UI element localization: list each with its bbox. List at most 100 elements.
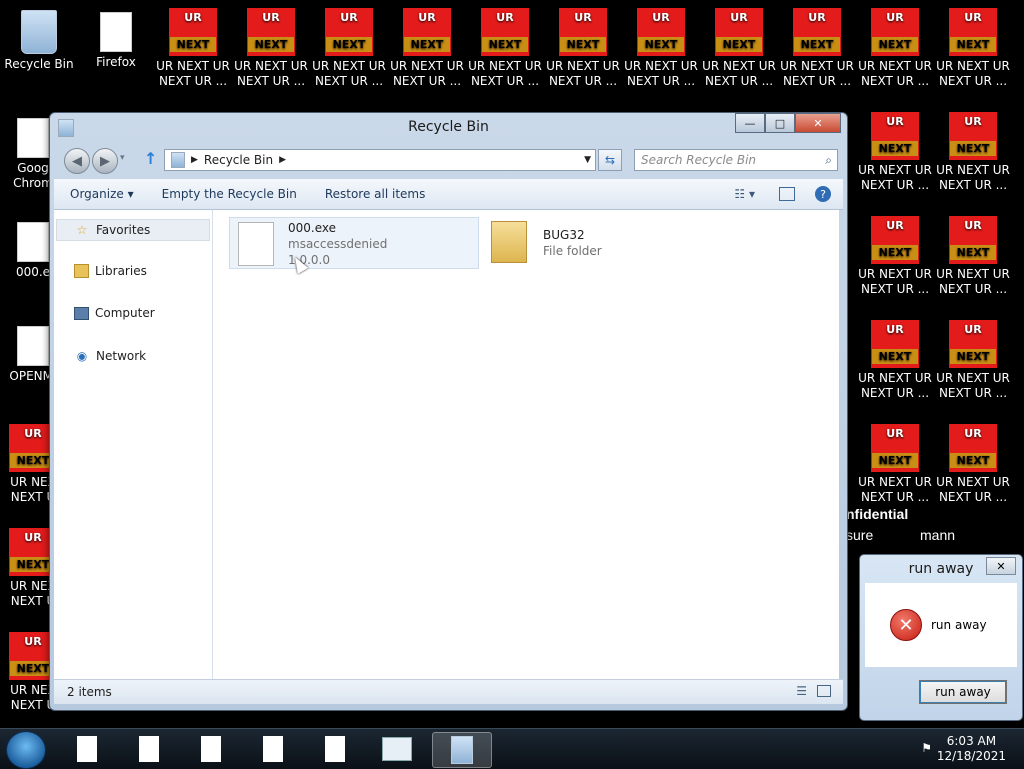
folder-type: File folder [543, 244, 602, 258]
nav-item-label: Favorites [96, 223, 151, 237]
desktop-icon-label: UR NEXT UR NEXT UR ... [858, 267, 932, 296]
details-view-icon[interactable]: ☰ [796, 684, 807, 698]
blank-file-icon [325, 736, 345, 762]
desktop-icon-label: UR NEXT UR NEXT UR ... [858, 59, 932, 88]
address-bar[interactable]: ▶ Recycle Bin ▶ ▼ [164, 149, 596, 171]
desktop-icon-recycle-bin[interactable]: Recycle Bin [2, 8, 76, 72]
desktop-icon-urnext[interactable]: UR NEXT UR NEXT UR NEXT UR ... [936, 216, 1010, 297]
desktop-icon-urnext[interactable]: UR NEXT UR NEXT UR NEXT UR ... [780, 8, 854, 89]
search-input[interactable]: Search Recycle Bin ⌕ [634, 149, 838, 171]
folder-name: BUG32 [543, 228, 585, 242]
taskbar: ⚑ 6:03 AM 12/18/2021 [0, 728, 1024, 769]
desktop-icon-label: UR NEXT UR NEXT UR ... [624, 59, 698, 88]
desktop-icon-label: UR NEXT UR NEXT UR ... [312, 59, 386, 88]
file-item-bug32[interactable]: BUG32 File folder [487, 217, 707, 267]
desktop-icon-urnext[interactable]: UR NEXT UR NEXT UR NEXT UR ... [858, 216, 932, 297]
urnext-icon: UR NEXT [949, 320, 997, 368]
help-icon[interactable]: ? [815, 186, 831, 202]
run-away-dialog[interactable]: run away ✕ ✕ run away run away [859, 554, 1023, 721]
close-button[interactable]: ✕ [795, 113, 841, 133]
minimize-button[interactable]: — [735, 113, 765, 133]
taskbar-app[interactable] [244, 732, 302, 766]
network-icon: ◉ [76, 349, 88, 363]
action-center-flag-icon[interactable]: ⚑ [921, 741, 932, 755]
taskbar-recycle-bin[interactable] [432, 732, 492, 768]
desktop-icon-urnext[interactable]: UR NEXT UR NEXT UR NEXT UR ... [468, 8, 542, 89]
desktop-icon-firefox[interactable]: Firefox [79, 8, 153, 70]
item-count: 2 items [67, 685, 112, 699]
change-view-icon[interactable]: ☷ ▾ [734, 187, 755, 201]
taskbar-app[interactable] [58, 732, 116, 766]
taskbar-app[interactable] [120, 732, 178, 766]
restore-all-items-button[interactable]: Restore all items [325, 187, 426, 201]
mann-text: mann [920, 527, 956, 543]
desktop-icon-label: UR NEXT UR NEXT UR ... [156, 59, 230, 88]
file-name: 000.exe [288, 221, 337, 235]
recent-pages-chevron-icon[interactable]: ▾ [120, 153, 125, 163]
desktop-icon-urnext[interactable]: UR NEXT UR NEXT UR NEXT UR ... [312, 8, 386, 89]
taskbar-app[interactable] [368, 732, 426, 766]
desktop-icon-urnext[interactable]: UR NEXT UR NEXT UR NEXT UR ... [390, 8, 464, 89]
blank-file-icon [100, 12, 132, 52]
file-list[interactable]: 000.exe msaccessdenied 1.0.0.0 BUG32 Fil… [213, 210, 839, 682]
urnext-icon: UR NEXT [559, 8, 607, 56]
taskbar-app[interactable] [306, 732, 364, 766]
nav-item-favorites[interactable]: ☆ Favorites [74, 222, 151, 238]
desktop-icon-urnext[interactable]: UR NEXT UR NEXT UR NEXT UR ... [936, 112, 1010, 193]
nav-item-label: Network [96, 349, 147, 363]
large-icons-view-icon[interactable] [817, 685, 831, 697]
desktop-icon-urnext[interactable]: UR NEXT UR NEXT UR NEXT UR ... [234, 8, 308, 89]
desktop-icon-urnext[interactable]: UR NEXT UR NEXT UR NEXT UR ... [858, 112, 932, 193]
empty-recycle-bin-button[interactable]: Empty the Recycle Bin [162, 187, 297, 201]
urnext-icon: UR NEXT [247, 8, 295, 56]
back-button[interactable]: ◀ [64, 148, 90, 174]
status-bar: 2 items ☰ [54, 679, 843, 704]
address-dropdown-icon[interactable]: ▼ [584, 155, 591, 165]
library-icon [74, 264, 89, 278]
refresh-button[interactable]: ⇆ [598, 149, 622, 171]
recycle-bin-window[interactable]: Recycle Bin — □ ✕ ◀ ▶ ▾ ↑ ▶ Recycle Bin … [49, 112, 848, 711]
title-bar[interactable]: Recycle Bin — □ ✕ [50, 113, 847, 141]
urnext-icon: UR NEXT [949, 216, 997, 264]
blank-file-icon [139, 736, 159, 762]
search-placeholder: Search Recycle Bin [641, 153, 757, 167]
desktop-icon-label: UR NEXT UR NEXT UR ... [390, 59, 464, 88]
desktop-icon-urnext[interactable]: UR NEXT UR NEXT UR NEXT UR ... [702, 8, 776, 89]
up-arrow-icon[interactable]: ↑ [144, 149, 157, 168]
blank-file-icon [263, 736, 283, 762]
clock-date: 12/18/2021 [936, 749, 1006, 763]
desktop-icon-label: UR NEXT UR NEXT UR ... [234, 59, 308, 88]
taskbar-app[interactable] [182, 732, 240, 766]
file-item-000exe[interactable]: 000.exe msaccessdenied 1.0.0.0 [229, 217, 479, 269]
preview-pane-icon[interactable] [779, 187, 795, 201]
desktop-icon-urnext[interactable]: UR NEXT UR NEXT UR NEXT UR ... [624, 8, 698, 89]
urnext-icon: UR NEXT [871, 216, 919, 264]
desktop-icon-urnext[interactable]: UR NEXT UR NEXT UR NEXT UR ... [936, 424, 1010, 505]
organize-menu[interactable]: Organize ▾ [70, 187, 134, 201]
desktop-icon-urnext[interactable]: UR NEXT UR NEXT UR NEXT UR ... [936, 320, 1010, 401]
urnext-icon: UR NEXT [871, 424, 919, 472]
forward-button[interactable]: ▶ [92, 148, 118, 174]
desktop-icon-urnext[interactable]: UR NEXT UR NEXT UR NEXT UR ... [858, 424, 932, 505]
breadcrumb-recycle-bin[interactable]: Recycle Bin [204, 153, 273, 167]
urnext-icon: UR NEXT [637, 8, 685, 56]
desktop-icon-urnext[interactable]: UR NEXT UR NEXT UR NEXT UR ... [936, 8, 1010, 89]
search-icon[interactable]: ⌕ [825, 153, 832, 168]
desktop-icon-urnext[interactable]: UR NEXT UR NEXT UR NEXT UR ... [546, 8, 620, 89]
nav-item-network[interactable]: ◉ Network [74, 348, 146, 364]
maximize-button[interactable]: □ [765, 113, 795, 133]
desktop-icon-urnext[interactable]: UR NEXT UR NEXT UR NEXT UR ... [858, 320, 932, 401]
dialog-close-button[interactable]: ✕ [986, 557, 1016, 575]
desktop-icon-urnext[interactable]: UR NEXT UR NEXT UR NEXT UR ... [858, 8, 932, 89]
nav-item-computer[interactable]: Computer [74, 306, 155, 320]
start-button[interactable] [6, 731, 46, 769]
urnext-icon: UR NEXT [949, 424, 997, 472]
urnext-icon: UR NEXT [871, 320, 919, 368]
nav-item-libraries[interactable]: Libraries [74, 264, 147, 278]
document-icon [17, 326, 49, 366]
clock[interactable]: 6:03 AM 12/18/2021 [937, 734, 1006, 764]
desktop-icon-label: UR NEXT UR NEXT UR ... [858, 475, 932, 504]
breadcrumb-separator-icon[interactable]: ▶ [279, 155, 286, 165]
desktop-icon-urnext[interactable]: UR NEXT UR NEXT UR NEXT UR ... [156, 8, 230, 89]
run-away-button[interactable]: run away [919, 680, 1007, 704]
